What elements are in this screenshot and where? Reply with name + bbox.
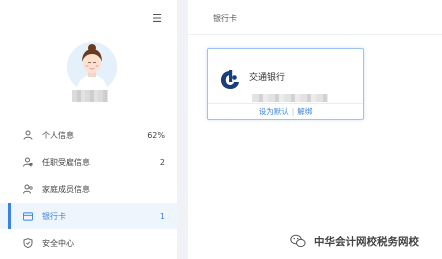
menu-icon[interactable]: ☰ [151, 13, 163, 24]
card-number-masked [252, 94, 328, 102]
sidebar-item-label: 家庭成员信息 [42, 184, 90, 194]
wechat-icon [288, 231, 308, 251]
sidebar: ☰ 个人信息 62% 任职受雇信息 2 家庭成员信息 银行卡 1 安全中心 [0, 0, 177, 259]
sidebar-item-bank-card[interactable]: 银行卡 1 [0, 203, 177, 229]
card-actions: 设为默认 | 解绑 [208, 103, 363, 119]
main-panel: 银行卡 交通银行 设为默认 | 解绑 [188, 0, 442, 259]
set-default-link[interactable]: 设为默认 [259, 107, 289, 116]
sidebar-item-count: 1 [159, 211, 165, 221]
person-icon [23, 130, 33, 140]
breadcrumb: 银行卡 [188, 0, 442, 35]
watermark-text: 中华会计网校税务网校 [314, 235, 419, 248]
sidebar-item-label: 个人信息 [42, 130, 74, 140]
unbind-link[interactable]: 解绑 [297, 107, 312, 116]
shield-icon [23, 238, 33, 248]
watermark: 中华会计网校税务网校 [288, 231, 419, 251]
sidebar-item-label: 银行卡 [42, 211, 66, 221]
sidebar-item-count: 62% [147, 130, 165, 140]
sidebar-item-label: 任职受雇信息 [42, 157, 90, 167]
avatar [67, 42, 117, 92]
bank-card[interactable]: 交通银行 设为默认 | 解绑 [207, 48, 364, 120]
bank-name: 交通银行 [249, 73, 286, 83]
username-masked [72, 90, 108, 102]
sidebar-item-label: 安全中心 [42, 238, 74, 248]
card-icon [23, 211, 33, 221]
sidebar-item-security[interactable]: 安全中心 [0, 230, 177, 256]
person-badge-icon [23, 157, 33, 167]
sidebar-item-employment[interactable]: 任职受雇信息 2 [0, 149, 177, 175]
family-icon [23, 184, 33, 194]
sidebar-item-personal-info[interactable]: 个人信息 62% [0, 122, 177, 148]
action-separator: | [291, 107, 295, 116]
sidebar-item-count: 2 [159, 157, 165, 167]
bank-logo-icon [218, 68, 242, 92]
sidebar-item-family[interactable]: 家庭成员信息 [0, 176, 177, 202]
